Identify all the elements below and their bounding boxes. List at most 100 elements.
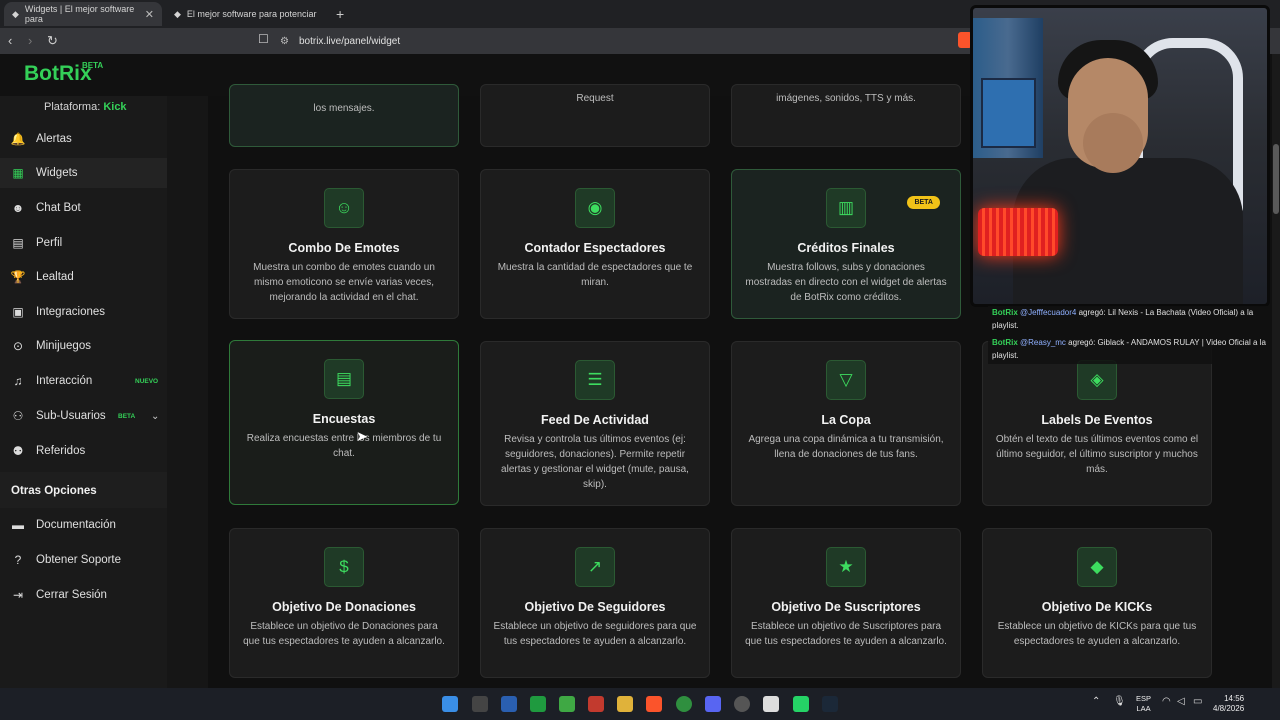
film-icon: ▥ (826, 188, 866, 228)
language-indicator[interactable]: ESP LAA (1136, 694, 1151, 714)
microphone-icon[interactable]: 🎙 (1113, 696, 1126, 707)
platform-indicator: Plataforma: Kick (44, 101, 127, 113)
book-icon: ▬ (12, 518, 24, 532)
page-scrollbar[interactable] (1272, 54, 1280, 688)
sidebar-item-lealtad[interactable]: 🏆 Lealtad (0, 262, 167, 292)
url-text: botrix.live/panel/widget (298, 35, 401, 47)
widget-card-objetivo-donaciones[interactable]: $ Objetivo De Donaciones Establece un ob… (229, 528, 459, 678)
address-bar[interactable]: ⚙ botrix.live/panel/widget (280, 31, 970, 51)
sidebar-item-label: Chat Bot (36, 202, 81, 214)
widget-card-encuestas[interactable]: ▤ Encuestas Realiza encuestas entre los … (229, 340, 459, 505)
widget-card-objetivo-kicks[interactable]: ◆ Objetivo De KICKs Establece un objetiv… (982, 528, 1212, 678)
new-tab-button[interactable]: + (336, 6, 344, 22)
users-icon: ⚇ (12, 409, 24, 423)
widget-card[interactable]: imágenes, sonidos, TTS y más. (731, 84, 961, 147)
sidebar-item-integraciones[interactable]: ▣ Integraciones (0, 297, 167, 327)
discord-icon[interactable] (705, 696, 721, 712)
scrollbar-thumb[interactable] (1273, 144, 1279, 214)
system-clock[interactable]: 14:56 4/8/2026 (1213, 694, 1244, 714)
chrome-icon[interactable] (676, 696, 692, 712)
widget-card-description: imágenes, sonidos, TTS y más. (776, 93, 916, 104)
widget-card-description: Muestra la cantidad de espectadores que … (497, 262, 693, 288)
tray-chevron-icon[interactable]: ⌃ (1092, 696, 1100, 707)
store-icon[interactable] (501, 696, 517, 712)
botrix-favicon-icon: ◆ (174, 8, 181, 19)
sidebar-item-label: Documentación (36, 519, 116, 531)
sidebar-item-documentacion[interactable]: ▬ Documentación (0, 510, 167, 540)
clock-date: 4/8/2026 (1213, 704, 1245, 713)
sidebar-item-sub-usuarios[interactable]: ⚇ Sub-Usuarios BETA ⌄ (0, 401, 167, 431)
keyboard-layout: LAA (1136, 704, 1151, 713)
nuevo-badge: NUEVO (135, 377, 159, 385)
botrix-favicon-icon: ◆ (12, 8, 19, 19)
obs-icon[interactable] (734, 696, 750, 712)
sidebar-item-alertas[interactable]: 🔔 Alertas (0, 124, 167, 154)
widget-card-title: La Copa (821, 413, 871, 427)
folder-icon[interactable] (617, 696, 633, 712)
plug-icon: ▣ (12, 305, 24, 319)
sidebar-item-widgets[interactable]: ▦ Widgets (0, 158, 167, 188)
grid-icon: ▦ (12, 166, 24, 180)
widget-card-combo-emotes[interactable]: ☺ Combo De Emotes Muestra un combo de em… (229, 169, 459, 319)
sidebar-item-soporte[interactable]: ? Obtener Soporte (0, 545, 167, 575)
sidebar-item-label: Perfil (36, 237, 63, 249)
game-launcher-icon[interactable] (588, 696, 604, 712)
battery-icon[interactable]: ▭ (1193, 696, 1202, 707)
widget-card[interactable]: Request (480, 84, 710, 147)
sidebar-item-chat-bot[interactable]: ☻ Chat Bot (0, 193, 167, 223)
widget-card-contador-espectadores[interactable]: ◉ Contador Espectadores Muestra la canti… (480, 169, 710, 319)
sidebar-item-referidos[interactable]: ⚉ Referidos (0, 436, 167, 466)
browser-tab-widgets[interactable]: ◆ Widgets | El mejor software para ✕ (4, 2, 162, 26)
sidebar-item-cerrar-sesion[interactable]: ⇥ Cerrar Sesión (0, 580, 167, 610)
forward-icon[interactable]: › (28, 33, 32, 48)
widget-card-description: Request (576, 93, 614, 104)
widget-card-description: Establece un objetivo de KICKs para que … (997, 621, 1197, 647)
capcut-icon[interactable] (763, 696, 779, 712)
id-card-icon: ▤ (12, 236, 24, 250)
widget-card-title: Encuestas (312, 412, 376, 426)
start-icon[interactable] (442, 696, 458, 712)
smile-icon: ☺ (324, 188, 364, 228)
platform-value: Kick (103, 101, 127, 113)
tab-title: Widgets | El mejor software para (24, 4, 135, 24)
chevron-down-icon[interactable]: ⌄ (151, 411, 159, 422)
widget-card-la-copa[interactable]: ▽ La Copa Agrega una copa dinámica a tu … (731, 341, 961, 506)
bookmark-icon[interactable]: ☐ (258, 32, 269, 46)
steam-icon[interactable] (822, 696, 838, 712)
widget-card-description: Revisa y controla tus últimos eventos (e… (501, 434, 689, 490)
close-tab-icon[interactable]: ✕ (145, 8, 154, 21)
widget-card-objetivo-suscriptores[interactable]: ★ Objetivo De Suscriptores Establece un … (731, 528, 961, 678)
widget-card-title: Feed De Actividad (541, 413, 649, 427)
widget-card-labels-eventos[interactable]: ◈ Labels De Eventos Obtén el texto de tu… (982, 341, 1212, 506)
sidebar-item-minijuegos[interactable]: ⊙ Minijuegos (0, 331, 167, 361)
sidebar-item-perfil[interactable]: ▤ Perfil (0, 228, 167, 258)
tags-icon: ◈ (1077, 360, 1117, 400)
back-icon[interactable]: ‹ (8, 33, 12, 48)
widget-card-title: Objetivo De Donaciones (272, 600, 416, 614)
task-view-icon[interactable] (472, 696, 488, 712)
beta-badge: BETA (118, 412, 136, 420)
xbox-icon[interactable] (530, 696, 546, 712)
language-code: ESP (1136, 694, 1152, 703)
brave-icon[interactable] (646, 696, 662, 712)
wifi-icon[interactable]: ◠ (1162, 696, 1171, 707)
sidebar-item-interaccion[interactable]: ♫ Interacción NUEVO (0, 366, 167, 396)
minecraft-icon[interactable] (559, 696, 575, 712)
chat-user: @Reasy_mc (1020, 338, 1066, 347)
widget-card-objetivo-seguidores[interactable]: ↗ Objetivo De Seguidores Establece un ob… (480, 528, 710, 678)
widget-card-description: Agrega una copa dinámica a tu transmisió… (748, 434, 944, 460)
widget-card-feed-actividad[interactable]: ☰ Feed De Actividad Revisa y controla tu… (480, 341, 710, 506)
site-info-icon[interactable]: ⚙ (280, 36, 289, 47)
eye-icon: ◉ (575, 188, 615, 228)
content-gutter (167, 96, 208, 688)
chat-bot-name: BotRix (992, 338, 1018, 347)
widget-card-title: Contador Espectadores (524, 241, 666, 255)
gem-icon: ◆ (1077, 547, 1117, 587)
widget-card-creditos-finales[interactable]: BETA ▥ Créditos Finales Muestra follows,… (731, 169, 961, 319)
browser-tab-software[interactable]: ◆ El mejor software para potenciar (166, 2, 326, 26)
whatsapp-icon[interactable] (793, 696, 809, 712)
volume-icon[interactable]: ◁ (1177, 696, 1185, 707)
widget-card[interactable]: los mensajes. (229, 84, 459, 147)
widget-card-title: Objetivo De Suscriptores (771, 600, 921, 614)
reload-icon[interactable]: ↻ (47, 33, 58, 49)
